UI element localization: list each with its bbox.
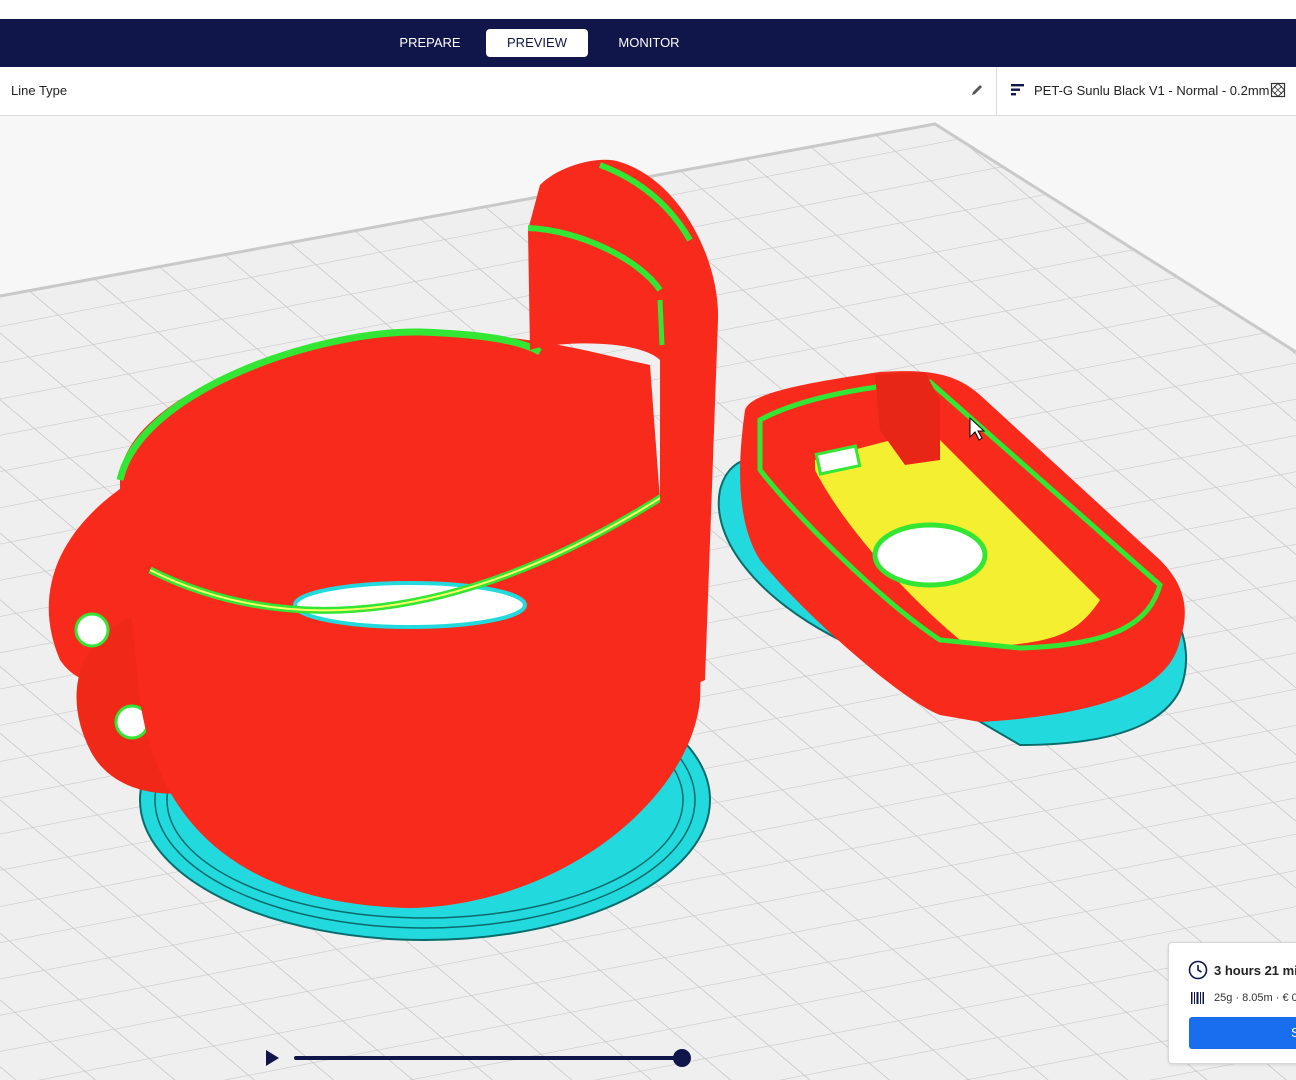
tab-monitor[interactable]: MONITOR (604, 29, 694, 57)
simulation-slider-handle[interactable] (673, 1049, 691, 1067)
simulation-slider-track[interactable] (294, 1056, 684, 1060)
stage-menu: PREPARE PREVIEW MONITOR (0, 19, 1296, 67)
view-type-selector[interactable]: Line Type (11, 83, 67, 98)
view-toolbar: Line Type PET-G Sunlu Black V1 - Normal … (0, 67, 1296, 116)
3d-viewport[interactable] (0, 116, 1296, 1080)
pencil-icon[interactable] (970, 83, 984, 97)
spool-icon (1191, 992, 1204, 1004)
print-time[interactable]: 3 hours 21 mi (1214, 963, 1296, 978)
material-estimate: 25g · 8.05m · € 0 (1214, 992, 1296, 1004)
tab-prepare[interactable]: PREPARE (388, 29, 472, 57)
window-top-strip (0, 0, 1296, 19)
save-to-disk-button[interactable]: Save (1189, 1017, 1296, 1049)
print-estimate-panel: 3 hours 21 mi 25g · 8.05m · € 0 Save (1168, 942, 1296, 1064)
support-icon (1270, 82, 1286, 98)
play-icon[interactable] (262, 1048, 282, 1068)
print-settings-icon (1011, 84, 1024, 96)
print-profile-selector[interactable]: PET-G Sunlu Black V1 - Normal - 0.2mm (1034, 83, 1270, 98)
toolbar-divider (996, 67, 997, 115)
tab-preview[interactable]: PREVIEW (486, 29, 588, 57)
clock-icon (1188, 960, 1208, 980)
